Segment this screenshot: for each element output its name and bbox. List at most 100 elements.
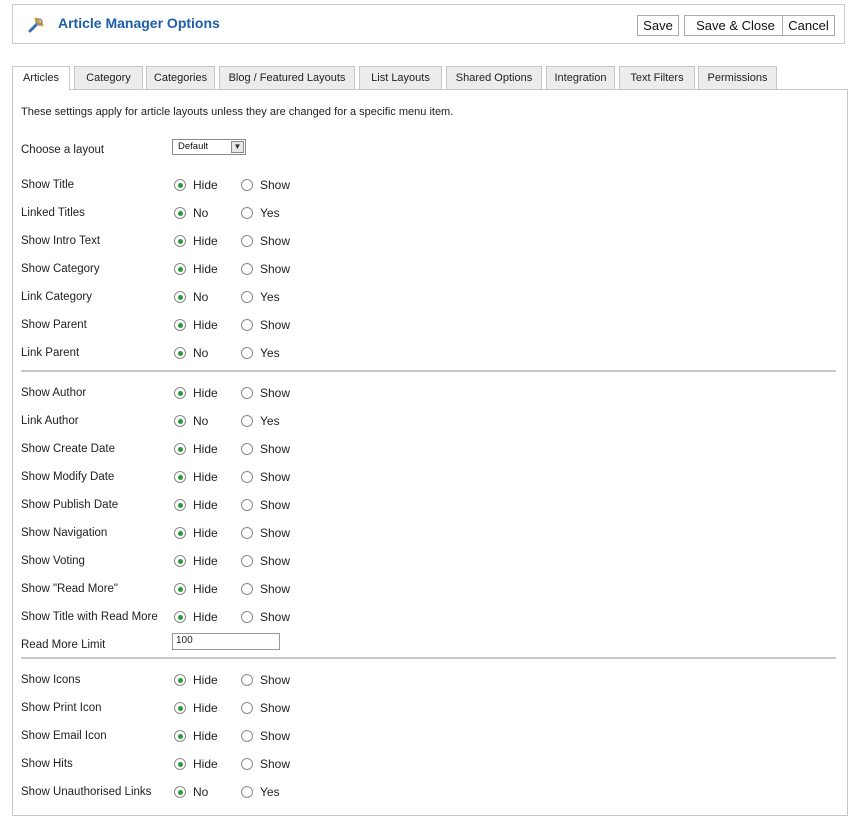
option-2-radio-a-label[interactable]: Hide <box>193 234 218 248</box>
option-13-radio-b[interactable] <box>241 555 253 567</box>
option-3-radio-a-label[interactable]: Hide <box>193 262 218 276</box>
option-13-radio-a-label[interactable]: Hide <box>193 554 218 568</box>
option-11-radio-b-label[interactable]: Show <box>260 498 290 512</box>
option-1-radio-b[interactable] <box>241 207 253 219</box>
option-14-radio-b[interactable] <box>241 583 253 595</box>
option-3-radio-b-label[interactable]: Show <box>260 262 290 276</box>
tab-categories[interactable]: Categories <box>146 66 215 89</box>
option-14-radio-b-label[interactable]: Show <box>260 582 290 596</box>
option-12-radio-a[interactable] <box>174 527 186 539</box>
option-3-radio-b[interactable] <box>241 263 253 275</box>
tab-list-layouts[interactable]: List Layouts <box>359 66 442 89</box>
option-9-radio-b[interactable] <box>241 443 253 455</box>
option-12-radio-a-label[interactable]: Hide <box>193 526 218 540</box>
option-10-radio-b-label[interactable]: Show <box>260 470 290 484</box>
option-1-radio-a[interactable] <box>174 207 186 219</box>
tab-category[interactable]: Category <box>74 66 143 89</box>
option-13-radio-b-label[interactable]: Show <box>260 554 290 568</box>
option-20-radio-a-label[interactable]: No <box>193 785 208 799</box>
tab-text-filters[interactable]: Text Filters <box>619 66 695 89</box>
option-2-radio-b[interactable] <box>241 235 253 247</box>
option-2-radio-b-label[interactable]: Show <box>260 234 290 248</box>
tab-articles[interactable]: Articles <box>12 66 70 90</box>
tab-shared-options[interactable]: Shared Options <box>446 66 542 89</box>
option-8-label: Link Author <box>21 415 79 427</box>
option-5-radio-b[interactable] <box>241 319 253 331</box>
option-12-radio-b-label[interactable]: Show <box>260 526 290 540</box>
option-10-radio-b[interactable] <box>241 471 253 483</box>
option-12-radio-b[interactable] <box>241 527 253 539</box>
option-18-radio-a[interactable] <box>174 730 186 742</box>
option-4-radio-a-label[interactable]: No <box>193 290 208 304</box>
option-13-radio-a[interactable] <box>174 555 186 567</box>
save-button[interactable]: Save <box>637 15 679 36</box>
option-2-radio-a[interactable] <box>174 235 186 247</box>
option-5-radio-a[interactable] <box>174 319 186 331</box>
tab-integration[interactable]: Integration <box>546 66 615 89</box>
option-19-radio-a[interactable] <box>174 758 186 770</box>
option-17-radio-b[interactable] <box>241 702 253 714</box>
option-7-radio-b-label[interactable]: Show <box>260 386 290 400</box>
option-16-radio-a-label[interactable]: Hide <box>193 673 218 687</box>
option-20-radio-a[interactable] <box>174 786 186 798</box>
option-8-radio-a[interactable] <box>174 415 186 427</box>
option-3-radio-a[interactable] <box>174 263 186 275</box>
option-9-radio-a-label[interactable]: Hide <box>193 442 218 456</box>
option-8-radio-b-label[interactable]: Yes <box>260 414 280 428</box>
option-17-radio-b-label[interactable]: Show <box>260 701 290 715</box>
option-0-radio-a[interactable] <box>174 179 186 191</box>
option-20-radio-b-label[interactable]: Yes <box>260 785 280 799</box>
option-10-radio-a[interactable] <box>174 471 186 483</box>
option-7-radio-b[interactable] <box>241 387 253 399</box>
read-more-limit-input[interactable]: 100 <box>172 633 280 650</box>
option-11-radio-a-label[interactable]: Hide <box>193 498 218 512</box>
option-19-radio-b-label[interactable]: Show <box>260 757 290 771</box>
option-8-radio-a-label[interactable]: No <box>193 414 208 428</box>
chevron-down-icon[interactable]: ▼ <box>231 141 244 153</box>
option-11-radio-a[interactable] <box>174 499 186 511</box>
option-0-radio-b[interactable] <box>241 179 253 191</box>
option-5-radio-b-label[interactable]: Show <box>260 318 290 332</box>
option-4-radio-a[interactable] <box>174 291 186 303</box>
option-15-radio-a-label[interactable]: Hide <box>193 610 218 624</box>
option-18-radio-b-label[interactable]: Show <box>260 729 290 743</box>
option-20-radio-b[interactable] <box>241 786 253 798</box>
option-6-radio-b[interactable] <box>241 347 253 359</box>
save-close-button[interactable]: Save & Close <box>684 15 787 36</box>
tab-blog-featured-layouts[interactable]: Blog / Featured Layouts <box>219 66 355 89</box>
option-19-radio-a-label[interactable]: Hide <box>193 757 218 771</box>
option-1-radio-b-label[interactable]: Yes <box>260 206 280 220</box>
option-7-radio-a[interactable] <box>174 387 186 399</box>
option-16-radio-a[interactable] <box>174 674 186 686</box>
option-6-radio-b-label[interactable]: Yes <box>260 346 280 360</box>
option-18-radio-a-label[interactable]: Hide <box>193 729 218 743</box>
option-9-radio-b-label[interactable]: Show <box>260 442 290 456</box>
option-8-radio-b[interactable] <box>241 415 253 427</box>
cancel-button[interactable]: Cancel <box>782 15 835 36</box>
tab-permissions[interactable]: Permissions <box>698 66 777 89</box>
option-6-radio-a-label[interactable]: No <box>193 346 208 360</box>
option-5-radio-a-label[interactable]: Hide <box>193 318 218 332</box>
option-0-radio-a-label[interactable]: Hide <box>193 178 218 192</box>
option-16-radio-b[interactable] <box>241 674 253 686</box>
option-4-radio-b-label[interactable]: Yes <box>260 290 280 304</box>
option-10-radio-a-label[interactable]: Hide <box>193 470 218 484</box>
option-15-radio-a[interactable] <box>174 611 186 623</box>
option-15-radio-b[interactable] <box>241 611 253 623</box>
option-1-radio-a-label[interactable]: No <box>193 206 208 220</box>
option-7-radio-a-label[interactable]: Hide <box>193 386 218 400</box>
option-6-radio-a[interactable] <box>174 347 186 359</box>
option-19-radio-b[interactable] <box>241 758 253 770</box>
option-18-radio-b[interactable] <box>241 730 253 742</box>
option-11-radio-b[interactable] <box>241 499 253 511</box>
option-15-radio-b-label[interactable]: Show <box>260 610 290 624</box>
option-17-radio-a-label[interactable]: Hide <box>193 701 218 715</box>
option-16-radio-b-label[interactable]: Show <box>260 673 290 687</box>
option-0-radio-b-label[interactable]: Show <box>260 178 290 192</box>
option-9-radio-a[interactable] <box>174 443 186 455</box>
layout-select[interactable]: Default ▼ <box>172 139 246 155</box>
option-4-radio-b[interactable] <box>241 291 253 303</box>
option-14-radio-a[interactable] <box>174 583 186 595</box>
option-17-radio-a[interactable] <box>174 702 186 714</box>
option-14-radio-a-label[interactable]: Hide <box>193 582 218 596</box>
